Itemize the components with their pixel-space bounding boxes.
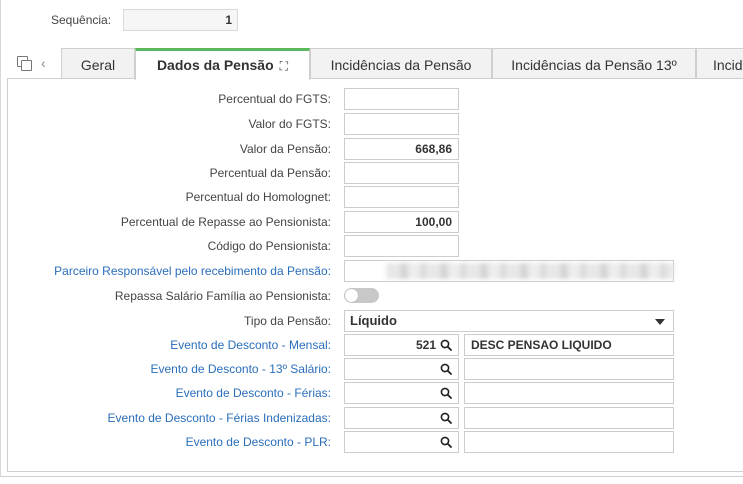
valor-pensao-field[interactable]: 668,86: [344, 138, 459, 160]
parceiro-responsavel-link[interactable]: Parceiro Responsável pelo recebimento da…: [54, 264, 331, 278]
evento-13-code-field[interactable]: [344, 358, 459, 380]
tab-incidencias-da-pensao[interactable]: Incidências da Pensão: [310, 48, 492, 79]
row-tipo-pensao: Tipo da Pensão: Líquido: [0, 310, 743, 332]
tipo-pensao-label: Tipo da Pensão:: [244, 314, 331, 328]
chevron-left-icon[interactable]: ‹: [41, 56, 46, 70]
percentual-homolognet-label: Percentual do Homolognet:: [185, 190, 331, 204]
row-percentual-pensao: Percentual da Pensão:: [0, 162, 743, 184]
evento-ferias-indenizadas-description: [464, 407, 674, 429]
valor-fgts-field[interactable]: [344, 113, 459, 135]
evento-mensal-link[interactable]: Evento de Desconto - Mensal:: [170, 338, 331, 352]
repassa-salario-familia-label: Repassa Salário Família ao Pensionista:: [114, 289, 331, 303]
parceiro-responsavel-field[interactable]: [344, 260, 674, 282]
evento-ferias-indenizadas-link[interactable]: Evento de Desconto - Férias Indenizadas:: [108, 411, 331, 425]
evento-mensal-code: 521: [415, 338, 436, 352]
tipo-pensao-select[interactable]: Líquido: [344, 310, 674, 332]
evento-ferias-code-field[interactable]: [344, 382, 459, 404]
row-percentual-fgts: Percentual do FGTS:: [0, 88, 743, 110]
evento-mensal-description: DESC PENSAO LIQUIDO: [464, 334, 674, 356]
row-valor-pensao: Valor da Pensão: 668,86: [0, 138, 743, 160]
search-icon[interactable]: [440, 412, 452, 424]
tipo-pensao-value: Líquido: [350, 313, 397, 328]
evento-plr-description: [464, 431, 674, 453]
percentual-fgts-field[interactable]: [344, 88, 459, 110]
percentual-pensao-field[interactable]: [344, 162, 459, 184]
search-icon[interactable]: [440, 387, 452, 399]
toggle-knob: [345, 289, 358, 302]
tab-tools: ‹: [17, 54, 46, 72]
codigo-pensionista-field[interactable]: [344, 235, 459, 257]
evento-13-description: [464, 358, 674, 380]
copy-icon[interactable]: [17, 56, 32, 71]
evento-13-link[interactable]: Evento de Desconto - 13º Salário:: [151, 362, 332, 376]
sequencia-label: Sequência:: [51, 13, 112, 27]
tab-label: Incidências da Pensão 13º: [511, 57, 677, 73]
row-evento-plr: Evento de Desconto - PLR:: [0, 431, 743, 453]
row-evento-mensal: Evento de Desconto - Mensal: 521 DESC PE…: [0, 334, 743, 356]
percentual-pensao-label: Percentual da Pensão:: [209, 166, 331, 180]
tab-label: Geral: [80, 57, 116, 73]
tab-geral[interactable]: Geral: [61, 48, 135, 79]
tab-label: Incidências da Pensão: [330, 57, 472, 73]
caret-down-icon: [655, 319, 665, 325]
codigo-pensionista-label: Código do Pensionista:: [207, 239, 331, 253]
search-icon[interactable]: [440, 363, 452, 375]
percentual-homolognet-field[interactable]: [344, 186, 459, 208]
expand-icon[interactable]: ⛶: [280, 52, 288, 80]
percentual-repasse-field[interactable]: 100,00: [344, 211, 459, 233]
row-percentual-homolognet: Percentual do Homolognet:: [0, 186, 743, 208]
outer-bottom-border: [0, 476, 743, 477]
row-percentual-repasse: Percentual de Repasse ao Pensionista: 10…: [0, 211, 743, 233]
row-evento-ferias-indenizadas: Evento de Desconto - Férias Indenizadas:: [0, 407, 743, 429]
tab-label: Dados da Pensão: [156, 57, 274, 73]
row-codigo-pensionista: Código do Pensionista:: [0, 235, 743, 257]
evento-ferias-link[interactable]: Evento de Desconto - Férias:: [176, 386, 331, 400]
row-parceiro-responsavel: Parceiro Responsável pelo recebimento da…: [0, 260, 743, 282]
search-icon[interactable]: [440, 339, 452, 351]
repassa-salario-familia-toggle[interactable]: [344, 288, 379, 303]
tab-incidencias-da-pensao-13[interactable]: Incidências da Pensão 13º: [492, 48, 696, 79]
evento-plr-link[interactable]: Evento de Desconto - PLR:: [186, 435, 331, 449]
evento-ferias-indenizadas-code-field[interactable]: [344, 407, 459, 429]
redacted-content: [386, 263, 674, 279]
search-icon[interactable]: [440, 436, 452, 448]
tab-dados-da-pensao[interactable]: Dados da Pensão ⛶: [135, 48, 310, 80]
valor-fgts-label: Valor do FGTS:: [248, 117, 331, 131]
tab-label: Incid: [713, 57, 743, 73]
percentual-fgts-label: Percentual do FGTS:: [218, 92, 331, 106]
row-valor-fgts: Valor do FGTS:: [0, 113, 743, 135]
tab-incid-truncated[interactable]: Incid: [696, 48, 743, 79]
row-repassa-salario-familia: Repassa Salário Família ao Pensionista:: [0, 285, 743, 307]
evento-plr-code-field[interactable]: [344, 431, 459, 453]
evento-mensal-code-field[interactable]: 521: [344, 334, 459, 356]
evento-ferias-description: [464, 382, 674, 404]
row-evento-13: Evento de Desconto - 13º Salário:: [0, 358, 743, 380]
percentual-repasse-label: Percentual de Repasse ao Pensionista:: [120, 215, 331, 229]
sequencia-field: 1: [123, 9, 238, 31]
row-evento-ferias: Evento de Desconto - Férias:: [0, 382, 743, 404]
valor-pensao-label: Valor da Pensão:: [239, 142, 331, 156]
